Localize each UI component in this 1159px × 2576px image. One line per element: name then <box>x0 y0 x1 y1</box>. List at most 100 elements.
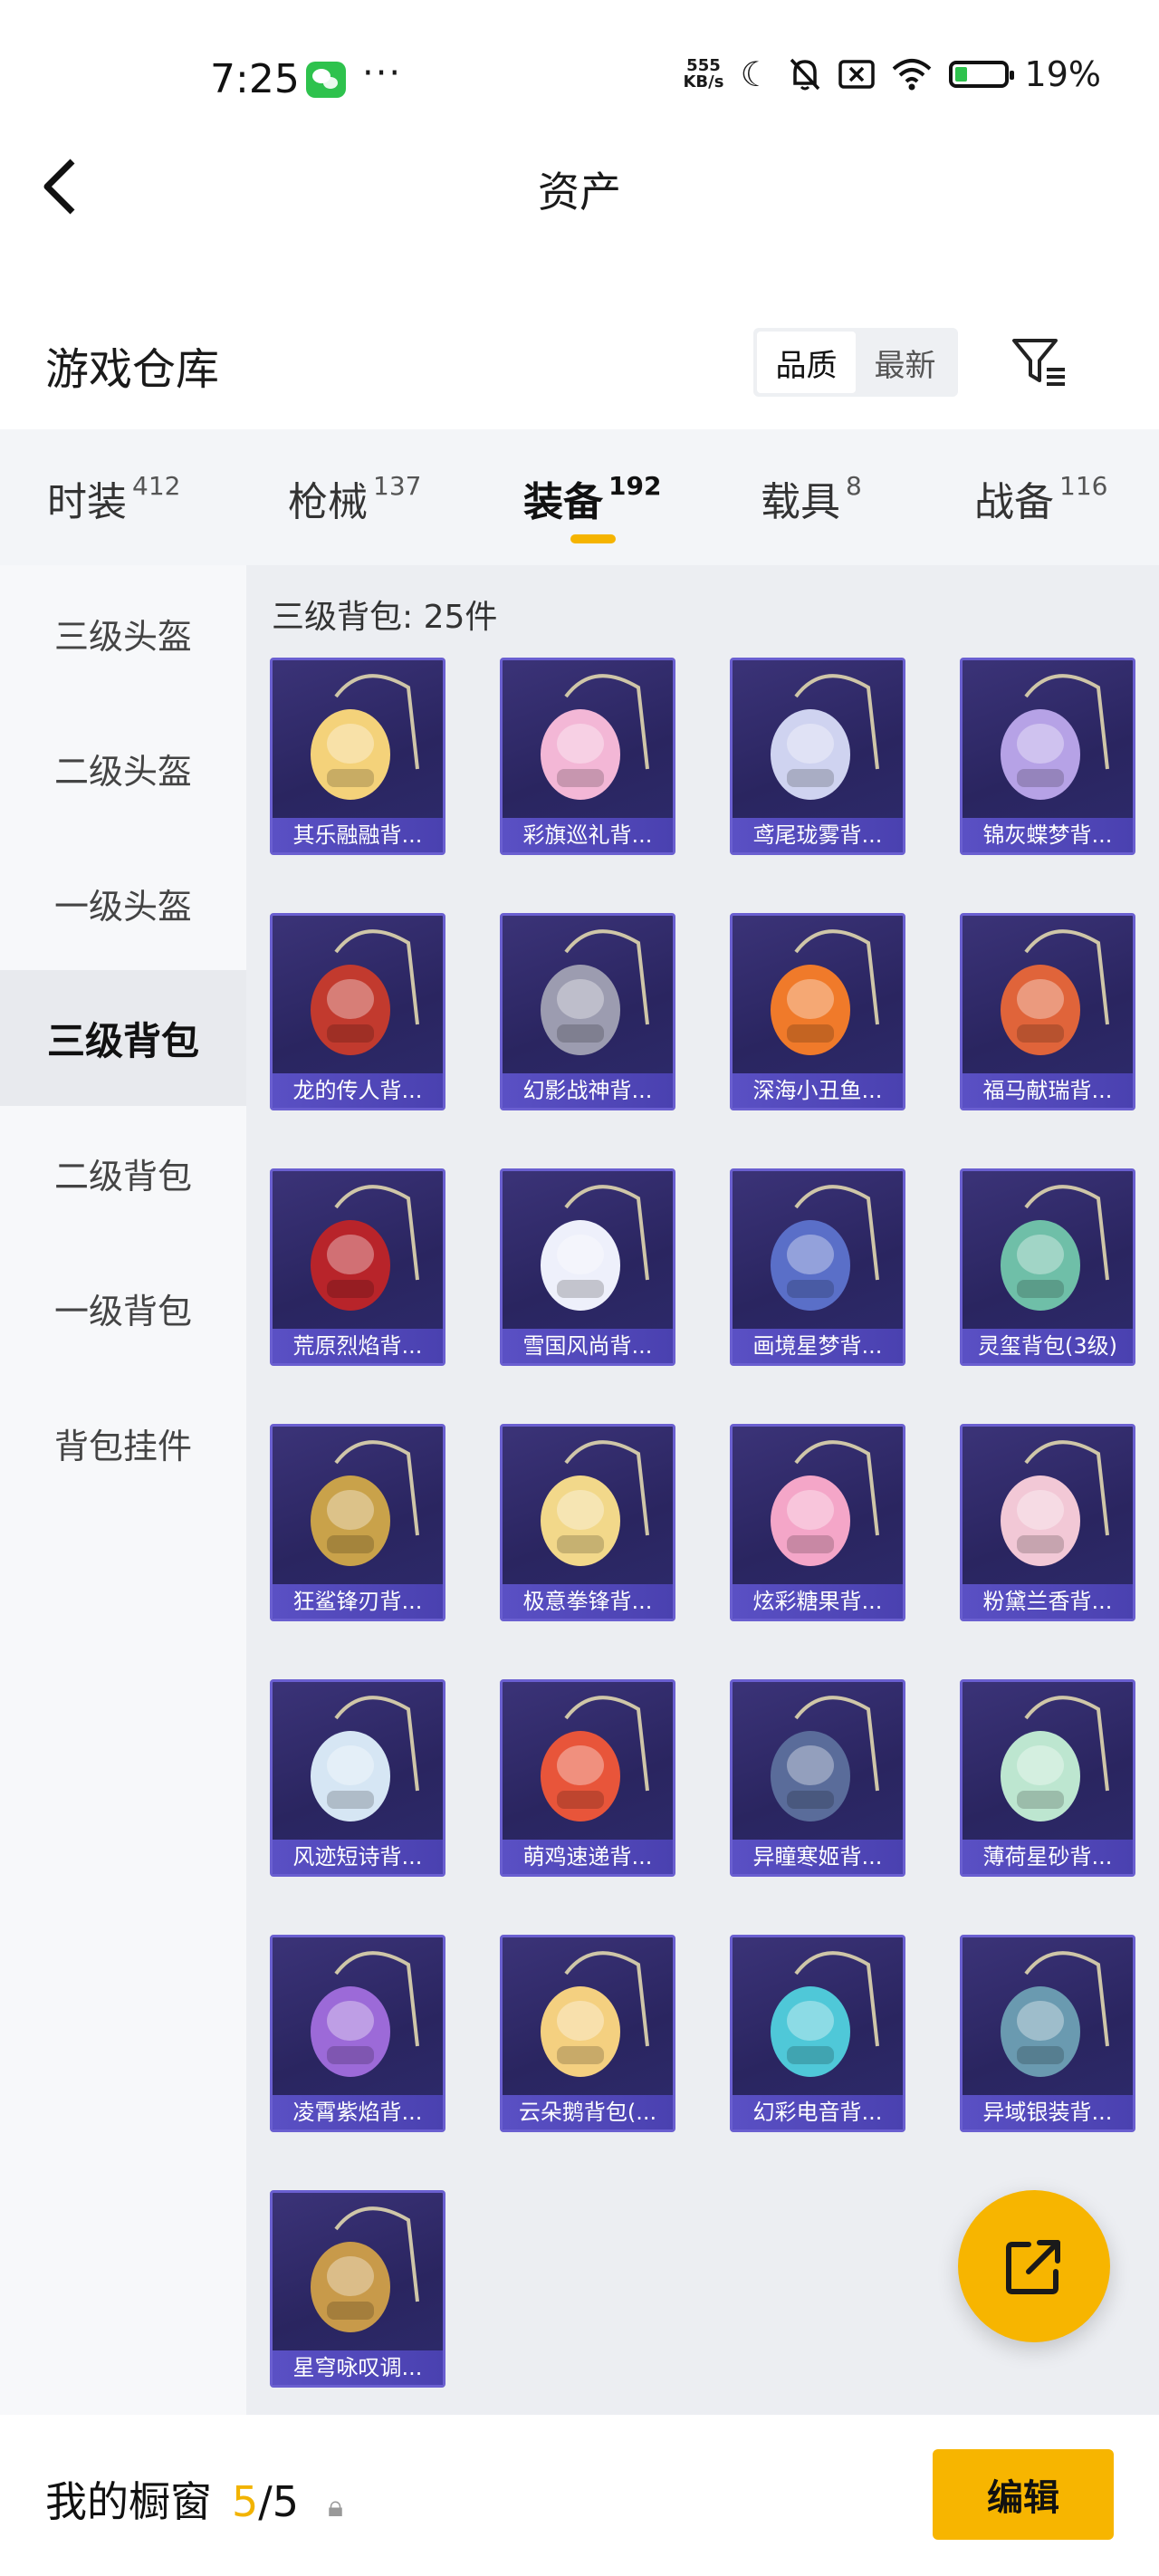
backpack-item-card[interactable]: 龙的传人背... <box>270 913 445 1110</box>
subcategory-sidebar: 三级头盔 二级头盔 一级头盔 三级背包 二级背包 一级背包 背包挂件 <box>0 565 246 2415</box>
wechat-notification-icon <box>306 62 346 98</box>
item-name: 灵玺背包(3级) <box>963 1329 1133 1363</box>
backpack-item-card[interactable]: 福马献瑞背... <box>960 913 1135 1110</box>
backpack-item-card[interactable]: 幻彩电音背... <box>730 1935 905 2132</box>
sidebar-item-helmet-3[interactable]: 三级头盔 <box>0 565 246 701</box>
item-name: 云朵鹅背包(... <box>503 2095 673 2129</box>
backpack-icon <box>771 1951 879 2077</box>
item-name: 彩旗巡礼背... <box>503 818 673 852</box>
backpack-item-card[interactable]: 幻影战神背... <box>500 913 675 1110</box>
tab-vehicles[interactable]: 载具 8 <box>761 469 862 527</box>
item-name: 其乐融融背... <box>273 818 443 852</box>
status-time: 7:25 <box>210 56 300 102</box>
backpack-icon <box>1001 1696 1109 1821</box>
backpack-icon <box>771 1696 879 1821</box>
backpack-item-card[interactable]: 萌鸡速递背... <box>500 1679 675 1877</box>
sidebar-item-backpack-charms[interactable]: 背包挂件 <box>0 1375 246 1511</box>
item-name: 炫彩糖果背... <box>733 1584 903 1619</box>
backpack-icon <box>771 674 879 800</box>
backpack-icon <box>541 1951 649 2077</box>
backpack-item-card[interactable]: 薄荷星砂背... <box>960 1679 1135 1877</box>
item-name: 福马献瑞背... <box>963 1073 1133 1108</box>
backpack-item-card[interactable]: 云朵鹅背包(... <box>500 1935 675 2132</box>
item-name: 风迹短诗背... <box>273 1840 443 1874</box>
tab-supplies[interactable]: 战备 116 <box>974 469 1107 527</box>
backpack-item-card[interactable]: 灵玺背包(3级) <box>960 1168 1135 1366</box>
item-name: 粉黛兰香背... <box>963 1584 1133 1619</box>
filter-button[interactable] <box>1011 333 1068 391</box>
filter-icon <box>1012 339 1065 386</box>
lock-icon: 🔒︎ <box>328 2489 344 2523</box>
battery-icon <box>948 61 1014 88</box>
backpack-item-card[interactable]: 荒原烈焰背... <box>270 1168 445 1366</box>
more-notifications-icon: ··· <box>362 53 403 94</box>
backpack-icon <box>1001 1951 1109 2077</box>
backpack-icon <box>541 929 649 1055</box>
backpack-icon <box>311 1951 419 2077</box>
showcase-label: 我的橱窗 <box>45 2477 212 2526</box>
backpack-item-card[interactable]: 极意拳锋背... <box>500 1424 675 1621</box>
item-name: 雪国风尚背... <box>503 1329 673 1363</box>
item-name: 幻彩电音背... <box>733 2095 903 2129</box>
backpack-item-card[interactable]: 狂鲨锋刃背... <box>270 1424 445 1621</box>
backpack-item-card[interactable]: 粉黛兰香背... <box>960 1424 1135 1621</box>
tab-equipment[interactable]: 装备 192 <box>523 469 661 527</box>
backpack-icon <box>311 1185 419 1311</box>
status-icons: 555 KB/s ☾ 19% <box>683 54 1101 94</box>
item-name: 萌鸡速递背... <box>503 1840 673 1874</box>
backpack-item-card[interactable]: 画境星梦背... <box>730 1168 905 1366</box>
backpack-item-card[interactable]: 彩旗巡礼背... <box>500 658 675 855</box>
backpack-item-card[interactable]: 锦灰蝶梦背... <box>960 658 1135 855</box>
backpack-icon <box>1001 929 1109 1055</box>
backpack-icon <box>541 674 649 800</box>
item-name: 荒原烈焰背... <box>273 1329 443 1363</box>
item-name: 深海小丑鱼... <box>733 1073 903 1108</box>
sort-toggle: 品质 最新 <box>753 328 958 397</box>
sort-by-newest[interactable]: 最新 <box>856 332 954 393</box>
item-name: 鸢尾珑雾背... <box>733 818 903 852</box>
item-name: 龙的传人背... <box>273 1073 443 1108</box>
backpack-icon <box>311 674 419 800</box>
share-button[interactable] <box>958 2190 1110 2342</box>
category-tabs: 时装 412 枪械 137 装备 192 载具 8 战备 116 <box>0 429 1159 565</box>
backpack-item-card[interactable]: 异域银装背... <box>960 1935 1135 2132</box>
backpack-item-card[interactable]: 风迹短诗背... <box>270 1679 445 1877</box>
backpack-item-card[interactable]: 鸢尾珑雾背... <box>730 658 905 855</box>
sidebar-item-backpack-2[interactable]: 二级背包 <box>0 1105 246 1241</box>
backpack-icon <box>311 929 419 1055</box>
backpack-icon <box>541 1696 649 1821</box>
status-bar: 7:25 ··· 555 KB/s ☾ 19% <box>0 0 1159 154</box>
backpack-item-card[interactable]: 深海小丑鱼... <box>730 913 905 1110</box>
sort-by-quality[interactable]: 品质 <box>757 332 856 393</box>
sidebar-item-backpack-3[interactable]: 三级背包 <box>0 970 246 1106</box>
backpack-icon <box>771 1440 879 1566</box>
moon-icon: ☾ <box>740 54 771 94</box>
battery-percent: 19% <box>1024 54 1101 94</box>
bell-off-icon <box>790 58 819 91</box>
tab-fashion[interactable]: 时装 412 <box>47 469 180 527</box>
backpack-icon <box>541 1440 649 1566</box>
sidebar-item-backpack-1[interactable]: 一级背包 <box>0 1240 246 1376</box>
edit-button[interactable]: 编辑 <box>933 2449 1114 2540</box>
sim-off-icon <box>838 60 875 89</box>
backpack-item-card[interactable]: 其乐融融背... <box>270 658 445 855</box>
active-tab-indicator <box>570 534 616 543</box>
tab-firearms[interactable]: 枪械 137 <box>288 469 421 527</box>
item-name: 薄荷星砂背... <box>963 1840 1133 1874</box>
backpack-item-card[interactable]: 星穹咏叹调... <box>270 2190 445 2388</box>
backpack-icon <box>771 929 879 1055</box>
sidebar-item-helmet-2[interactable]: 二级头盔 <box>0 700 246 836</box>
backpack-item-card[interactable]: 凌霄紫焰背... <box>270 1935 445 2132</box>
item-name: 锦灰蝶梦背... <box>963 818 1133 852</box>
bottom-bar: 我的橱窗 5/5 🔒︎ 编辑 <box>0 2415 1159 2576</box>
sidebar-item-helmet-1[interactable]: 一级头盔 <box>0 835 246 971</box>
backpack-item-card[interactable]: 异瞳寒姬背... <box>730 1679 905 1877</box>
item-count-label: 三级背包: 25件 <box>272 599 498 636</box>
item-name: 画境星梦背... <box>733 1329 903 1363</box>
network-speed: 555 KB/s <box>683 56 724 91</box>
item-name: 幻影战神背... <box>503 1073 673 1108</box>
item-name: 极意拳锋背... <box>503 1584 673 1619</box>
backpack-item-card[interactable]: 雪国风尚背... <box>500 1168 675 1366</box>
backpack-item-card[interactable]: 炫彩糖果背... <box>730 1424 905 1621</box>
page-title: 资产 <box>538 168 621 216</box>
